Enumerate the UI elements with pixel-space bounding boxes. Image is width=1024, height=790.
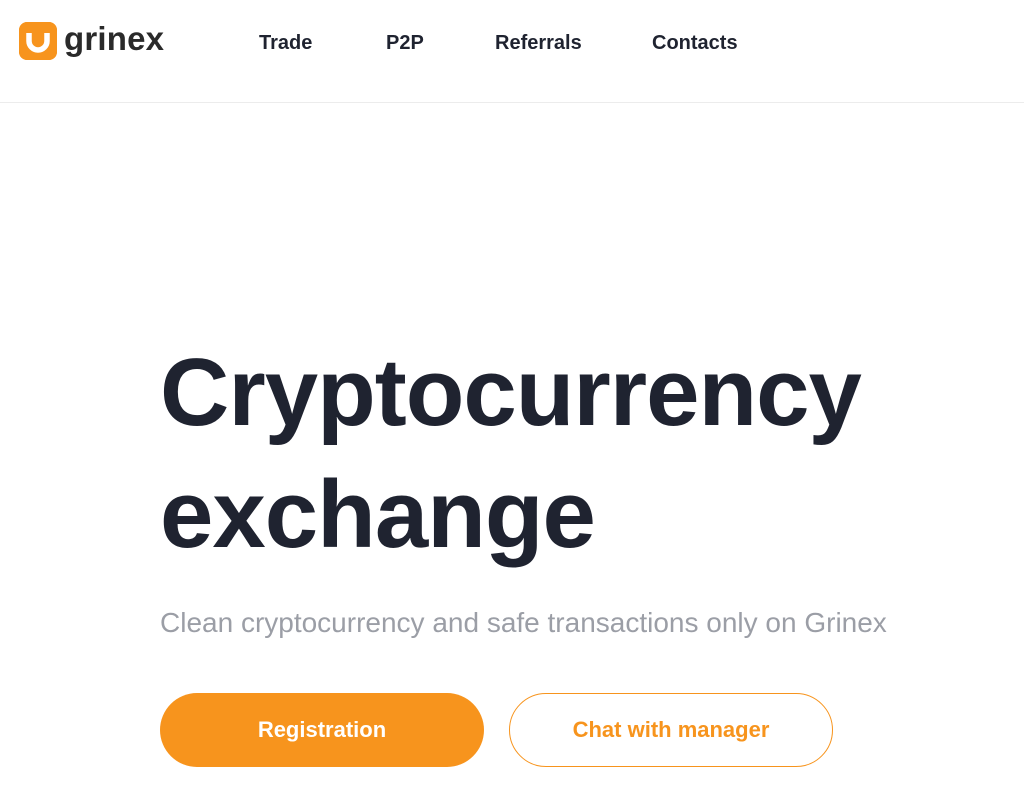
hero-title: Cryptocurrency exchange bbox=[160, 332, 862, 576]
logo-text: grinex bbox=[64, 19, 165, 57]
site-header: grinex Trade P2P Referrals Contacts bbox=[0, 0, 1024, 103]
nav-trade[interactable]: Trade bbox=[259, 32, 312, 54]
registration-button[interactable]: Registration bbox=[160, 693, 484, 767]
chat-with-manager-button[interactable]: Chat with manager bbox=[509, 693, 833, 767]
nav-referrals[interactable]: Referrals bbox=[495, 32, 582, 54]
logo-link[interactable]: grinex bbox=[19, 22, 164, 60]
hero-title-line-1: Cryptocurrency bbox=[160, 339, 862, 446]
grinex-logo-icon bbox=[19, 22, 57, 60]
hero-title-line-2: exchange bbox=[160, 461, 596, 568]
hero-subtitle: Clean cryptocurrency and safe transactio… bbox=[160, 607, 887, 638]
nav-p2p[interactable]: P2P bbox=[386, 32, 424, 54]
nav-contacts[interactable]: Contacts bbox=[652, 32, 738, 54]
